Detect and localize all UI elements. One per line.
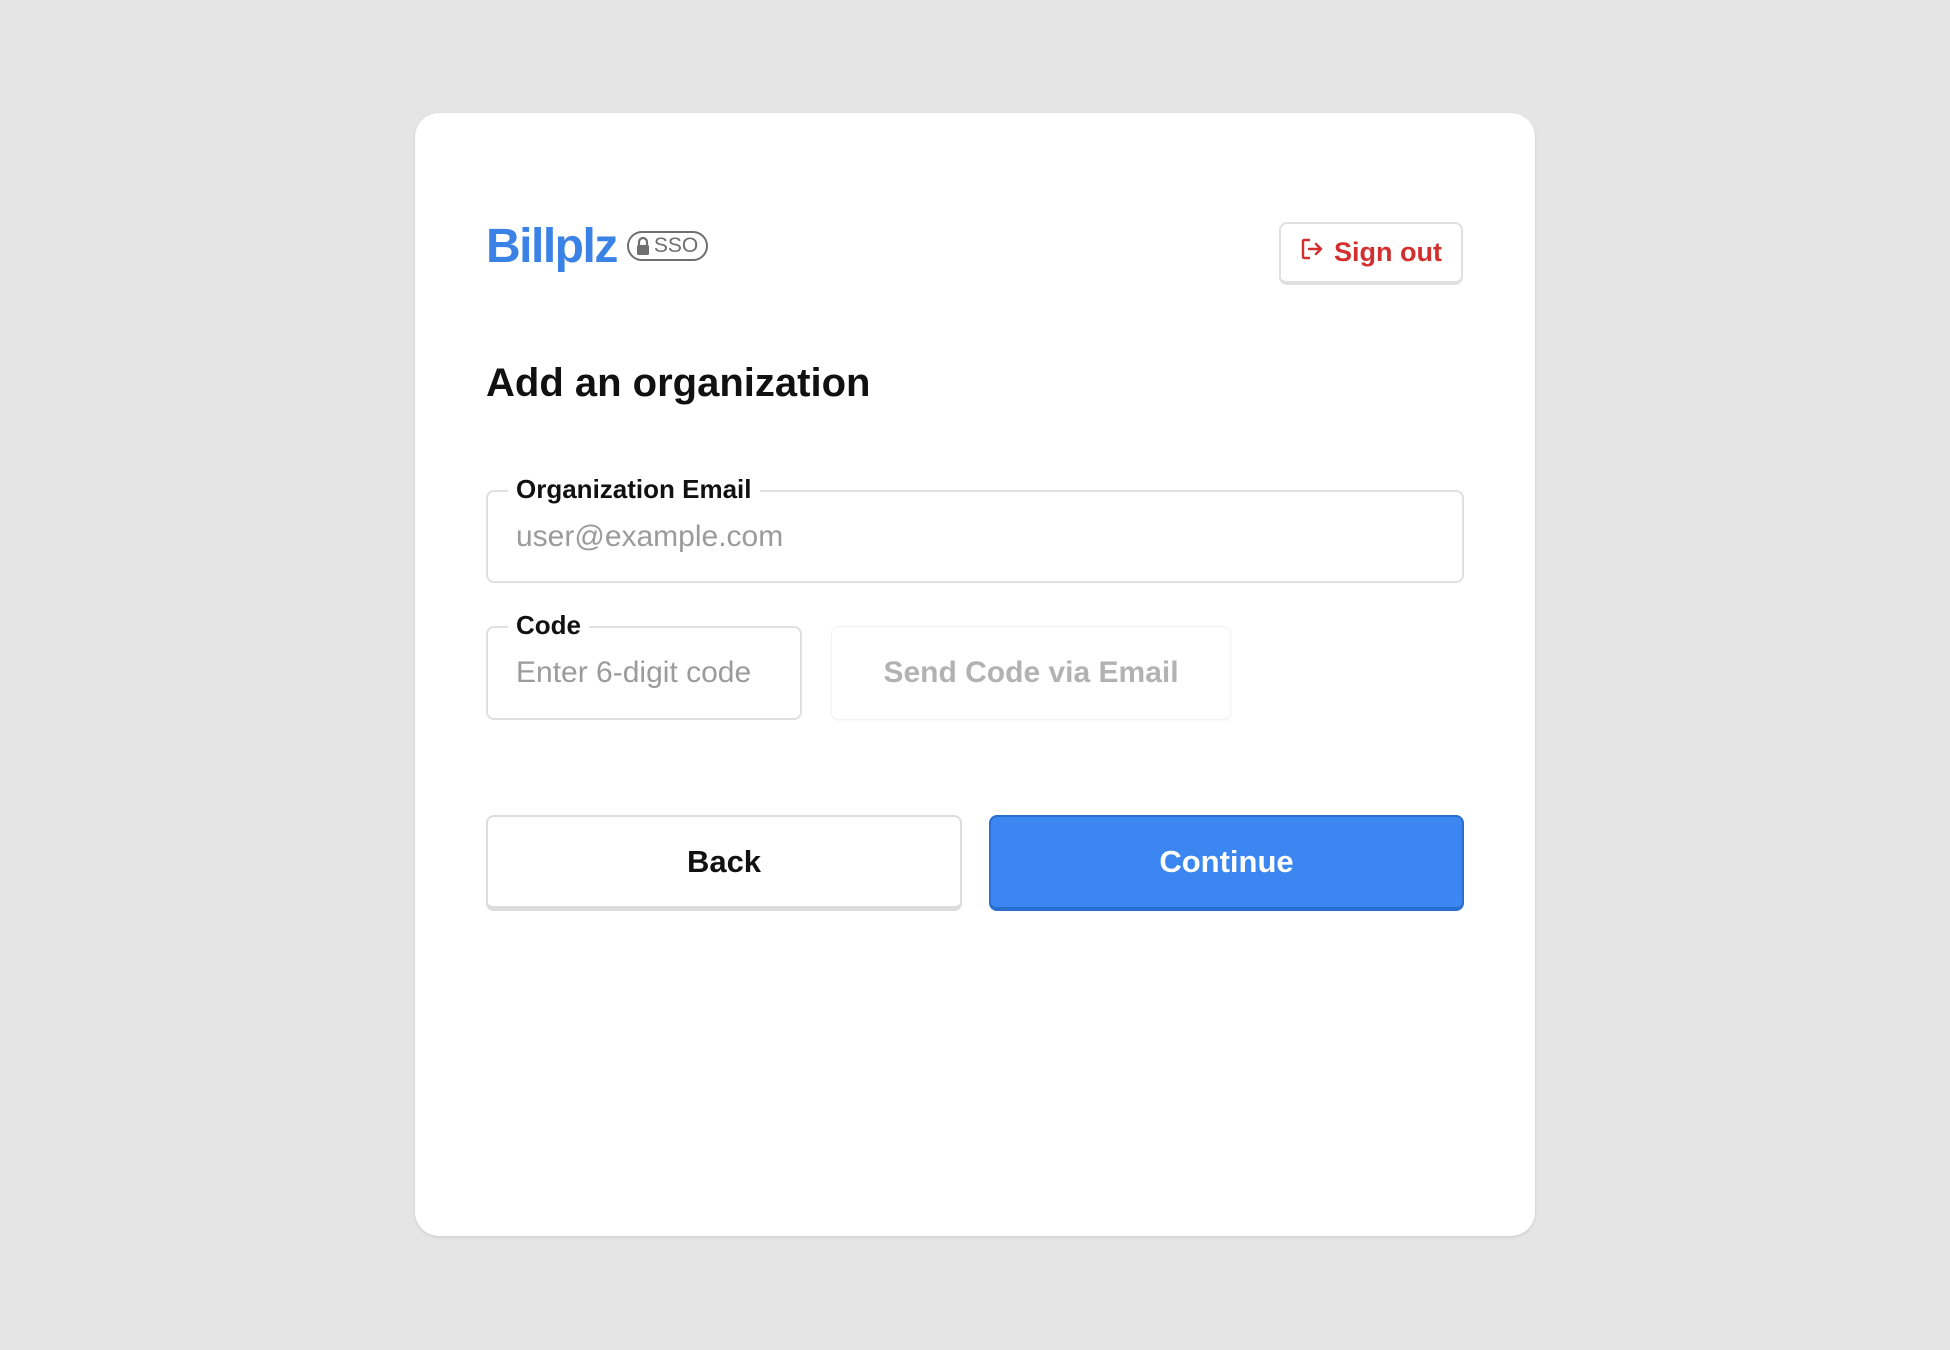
continue-button[interactable]: Continue: [989, 815, 1464, 911]
send-code-button[interactable]: Send Code via Email: [831, 626, 1231, 720]
lock-icon: [635, 236, 651, 256]
brand-logo: Billplz SSO: [486, 220, 709, 273]
email-field: Organization Email: [486, 473, 1464, 583]
org-card: Billplz SSO Sign out Add an organization…: [415, 113, 1535, 1236]
sso-badge-label: SSO: [653, 234, 699, 257]
back-button[interactable]: Back: [486, 815, 962, 911]
sign-out-icon: [1300, 237, 1334, 268]
email-input[interactable]: [516, 492, 1434, 581]
sign-out-label: Sign out: [1334, 237, 1442, 267]
code-input[interactable]: [516, 628, 772, 718]
sso-badge: SSO: [626, 231, 709, 261]
brand-wordmark: Billplz: [486, 220, 618, 273]
code-field: Code: [486, 609, 802, 720]
sign-out-button[interactable]: Sign out: [1279, 222, 1463, 285]
page-title: Add an organization: [486, 361, 871, 405]
